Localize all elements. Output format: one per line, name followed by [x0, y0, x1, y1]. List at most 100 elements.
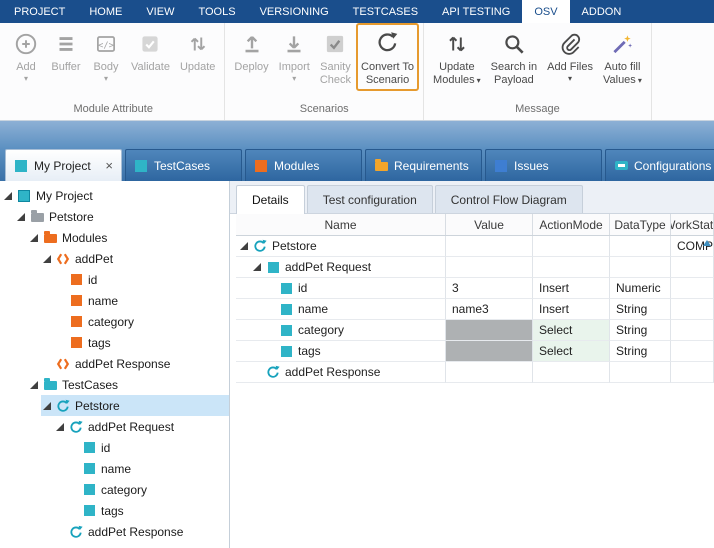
- grid-row-category[interactable]: category SelectString: [236, 320, 714, 341]
- convert-to-scenario-button[interactable]: Convert ToScenario: [356, 23, 419, 91]
- column-header-datatype[interactable]: DataType: [610, 214, 671, 235]
- tree-item-testcases[interactable]: TestCases: [0, 374, 229, 395]
- cell-name[interactable]: category: [236, 320, 446, 341]
- tree-item-addpet-response[interactable]: addPet Response: [0, 521, 229, 542]
- update-button[interactable]: Update: [175, 23, 220, 78]
- tab-configurations[interactable]: Configurations: [605, 149, 714, 181]
- tree-item-tags[interactable]: tags: [0, 500, 229, 521]
- tree-item-petstore[interactable]: Petstore: [0, 206, 229, 227]
- expander-icon[interactable]: [17, 213, 25, 221]
- deploy-button[interactable]: Deploy: [229, 23, 273, 78]
- cell-datatype[interactable]: [610, 362, 671, 383]
- menu-item-view[interactable]: VIEW: [134, 0, 186, 23]
- cell-datatype[interactable]: String: [610, 341, 671, 362]
- cell-value[interactable]: [446, 362, 533, 383]
- cell-datatype[interactable]: String: [610, 299, 671, 320]
- close-icon[interactable]: ×: [101, 158, 113, 173]
- tree-item-addpet[interactable]: addPet: [0, 248, 229, 269]
- cell-datatype[interactable]: Numeric: [610, 278, 671, 299]
- tab-issues[interactable]: Issues: [485, 149, 602, 181]
- cell-actionmode[interactable]: Insert: [533, 299, 610, 320]
- cell-actionmode[interactable]: Select: [533, 341, 610, 362]
- grid-row-petstore[interactable]: PetstoreCOMPL...: [236, 236, 714, 257]
- tab-requirements[interactable]: Requirements: [365, 149, 482, 181]
- sanity-check-button[interactable]: SanityCheck: [315, 23, 356, 91]
- detail-tab-control-flow-diagram[interactable]: Control Flow Diagram: [435, 185, 583, 213]
- body-button[interactable]: </>Body▾: [86, 23, 126, 87]
- tree-item-addpet-request[interactable]: addPet Request: [0, 416, 229, 437]
- tab-testcases[interactable]: TestCases: [125, 149, 242, 181]
- cell-name[interactable]: name: [236, 299, 446, 320]
- cell-value[interactable]: 3: [446, 278, 533, 299]
- expander-icon[interactable]: [30, 381, 38, 389]
- cell-value[interactable]: [446, 320, 533, 341]
- cell-value[interactable]: name3: [446, 299, 533, 320]
- cell-name[interactable]: Petstore: [236, 236, 446, 257]
- column-header-value[interactable]: Value: [446, 214, 533, 235]
- tree-item-id[interactable]: id: [0, 269, 229, 290]
- expander-icon[interactable]: [43, 255, 51, 263]
- cell-actionmode[interactable]: [533, 257, 610, 278]
- menu-item-osv[interactable]: OSV: [522, 0, 569, 23]
- tree-item-id[interactable]: id: [0, 437, 229, 458]
- tree-item-modules[interactable]: Modules: [0, 227, 229, 248]
- tree-item-label: tags: [101, 504, 124, 518]
- grid-row-id[interactable]: id3InsertNumeric: [236, 278, 714, 299]
- cell-actionmode[interactable]: Select: [533, 320, 610, 341]
- detail-tab-test-configuration[interactable]: Test configuration: [307, 185, 433, 213]
- cell-actionmode[interactable]: [533, 362, 610, 383]
- cell-actionmode[interactable]: Insert: [533, 278, 610, 299]
- column-header-actionmode[interactable]: ActionMode: [533, 214, 610, 235]
- expander-icon[interactable]: [43, 402, 51, 410]
- auto-fill-values-button[interactable]: Auto fillValues▾: [598, 23, 647, 91]
- menu-item-home[interactable]: HOME: [77, 0, 134, 23]
- expander-icon[interactable]: [253, 263, 261, 271]
- column-header-workstate[interactable]: WorkState: [671, 214, 714, 235]
- menu-item-api-testing[interactable]: API TESTING: [430, 0, 522, 23]
- menu-item-addon[interactable]: ADDON: [570, 0, 634, 23]
- grid-row-tags[interactable]: tags SelectString: [236, 341, 714, 362]
- cell-actionmode[interactable]: [533, 236, 610, 257]
- validate-button[interactable]: Validate: [126, 23, 175, 78]
- add-button[interactable]: Add▾: [6, 23, 46, 87]
- tree-item-category[interactable]: category: [0, 311, 229, 332]
- menu-item-testcases[interactable]: TESTCASES: [341, 0, 430, 23]
- tree-item-tags[interactable]: tags: [0, 332, 229, 353]
- expander-icon[interactable]: [240, 242, 248, 250]
- tab-my-project[interactable]: My Project×: [5, 149, 122, 181]
- cell-value[interactable]: [446, 257, 533, 278]
- grid-row-name[interactable]: namename3InsertString: [236, 299, 714, 320]
- import-button[interactable]: Import▾: [274, 23, 315, 87]
- cell-name[interactable]: tags: [236, 341, 446, 362]
- buffer-button[interactable]: Buffer: [46, 23, 86, 78]
- tree-item-addpet-response[interactable]: addPet Response: [0, 353, 229, 374]
- menu-item-tools[interactable]: TOOLS: [186, 0, 247, 23]
- tree-item-name[interactable]: name: [0, 458, 229, 479]
- cell-name[interactable]: addPet Response: [236, 362, 446, 383]
- cell-value[interactable]: [446, 236, 533, 257]
- grid-row-addpet-request[interactable]: addPet Request: [236, 257, 714, 278]
- detail-tab-details[interactable]: Details: [236, 185, 305, 214]
- cell-datatype[interactable]: String: [610, 320, 671, 341]
- add-files-button[interactable]: Add Files▾: [542, 23, 598, 87]
- expander-icon[interactable]: [30, 234, 38, 242]
- tree-item-name[interactable]: name: [0, 290, 229, 311]
- tree-item-category[interactable]: category: [0, 479, 229, 500]
- update-modules-button[interactable]: UpdateModules▾: [428, 23, 486, 91]
- expander-icon[interactable]: [56, 423, 64, 431]
- tree-item-my-project[interactable]: My Project: [0, 185, 229, 206]
- cell-name[interactable]: addPet Request: [236, 257, 446, 278]
- cell-datatype[interactable]: [610, 236, 671, 257]
- menu-item-versioning[interactable]: VERSIONING: [248, 0, 341, 23]
- menu-item-project[interactable]: PROJECT: [2, 0, 77, 23]
- cell-name[interactable]: id: [236, 278, 446, 299]
- expander-icon[interactable]: [4, 192, 12, 200]
- tab-modules[interactable]: Modules: [245, 149, 362, 181]
- tree-item-petstore[interactable]: Petstore: [0, 395, 229, 416]
- scroll-up-arrow-icon[interactable]: [703, 240, 711, 246]
- grid-row-addpet-response[interactable]: addPet Response: [236, 362, 714, 383]
- column-header-name[interactable]: Name: [236, 214, 446, 235]
- cell-value[interactable]: [446, 341, 533, 362]
- search-in-payload-button[interactable]: Search inPayload: [486, 23, 542, 91]
- cell-datatype[interactable]: [610, 257, 671, 278]
